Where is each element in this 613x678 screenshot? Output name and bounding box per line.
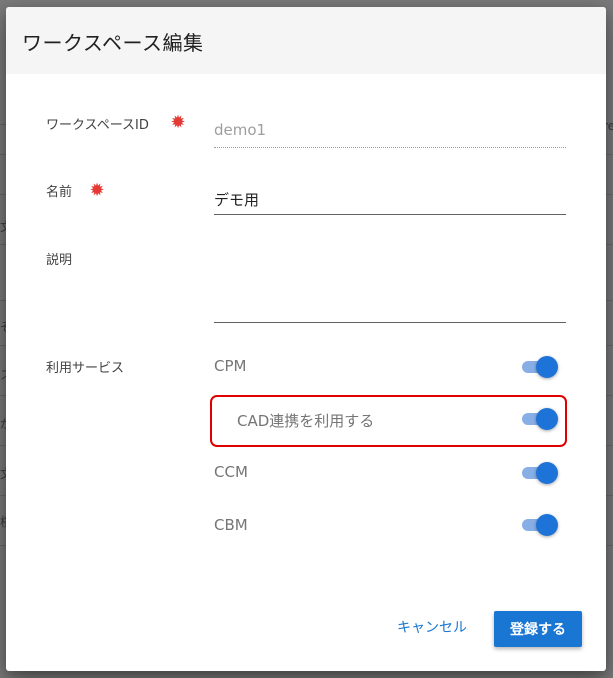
toggle-thumb bbox=[536, 408, 558, 430]
description-underline bbox=[214, 322, 566, 323]
workspace-id-label: ワークスペースID bbox=[46, 118, 149, 133]
cbm-toggle[interactable] bbox=[520, 514, 558, 536]
description-label: 説明 bbox=[46, 253, 73, 268]
cpm-toggle[interactable] bbox=[520, 356, 558, 378]
required-icon: ✹ bbox=[89, 180, 105, 201]
toggle-thumb bbox=[536, 514, 558, 536]
required-icon: ✹ bbox=[170, 112, 186, 133]
service-label-ccm: CCM bbox=[214, 463, 248, 481]
service-label-cbm: CBM bbox=[214, 516, 248, 534]
cancel-button[interactable]: キャンセル bbox=[392, 611, 472, 643]
name-input[interactable]: デモ用 bbox=[214, 189, 259, 210]
toggle-thumb bbox=[536, 356, 558, 378]
description-input[interactable] bbox=[214, 247, 566, 321]
workspace-id-underline bbox=[214, 147, 566, 148]
dialog-header: ワークスペース編集 bbox=[6, 7, 606, 74]
ccm-toggle[interactable] bbox=[520, 462, 558, 484]
name-label: 名前 bbox=[46, 185, 73, 200]
workspace-id-field[interactable]: demo1 bbox=[214, 121, 266, 139]
name-underline bbox=[214, 214, 566, 215]
register-button[interactable]: 登録する bbox=[494, 611, 582, 647]
edit-workspace-dialog: ワークスペース編集 ワークスペースID ✹ demo1 名前 ✹ デモ用 説明 … bbox=[6, 7, 606, 671]
services-label: 利用サービス bbox=[46, 361, 125, 376]
service-label-cpm: CPM bbox=[214, 357, 247, 375]
service-label-cad: CAD連携を利用する bbox=[237, 412, 375, 430]
toggle-thumb bbox=[536, 462, 558, 484]
cad-toggle[interactable] bbox=[520, 408, 558, 430]
dialog-title: ワークスペース編集 bbox=[22, 31, 204, 55]
